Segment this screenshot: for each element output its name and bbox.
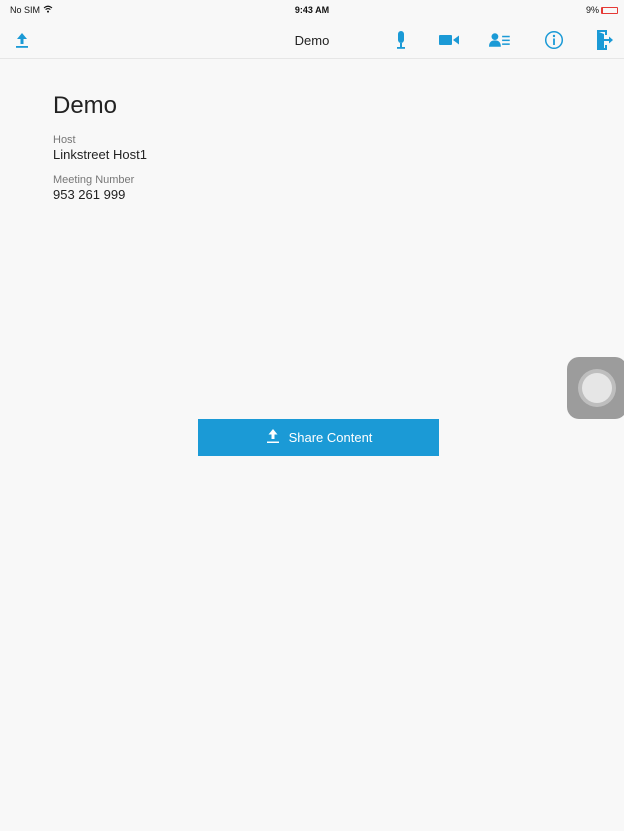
- microphone-icon[interactable]: [390, 30, 412, 50]
- battery-indicator: 9%: [586, 5, 618, 15]
- host-label: Host: [53, 134, 76, 146]
- meeting-info: Demo Host Linkstreet Host1 Meeting Numbe…: [53, 92, 147, 202]
- meeting-title: Demo: [53, 92, 118, 119]
- share-content-button[interactable]: Share Content: [198, 419, 439, 456]
- share-upload-icon: [265, 428, 281, 447]
- video-camera-icon[interactable]: [438, 30, 460, 50]
- share-content-label: Share Content: [288, 430, 373, 445]
- battery-icon: [601, 6, 618, 14]
- meeting-number-label: Meeting Number: [53, 174, 135, 186]
- status-time: 9:43 AM: [294, 5, 330, 15]
- assistive-touch-button[interactable]: [567, 357, 624, 419]
- participants-icon[interactable]: [489, 30, 511, 50]
- info-icon[interactable]: [543, 30, 565, 50]
- exit-icon[interactable]: [594, 30, 616, 50]
- battery-fill: [602, 7, 604, 13]
- host-value: Linkstreet Host1: [53, 147, 147, 162]
- navigation-bar: Demo: [0, 20, 624, 59]
- battery-percent: 9%: [585, 5, 599, 15]
- status-bar: No SIM 9:43 AM 9%: [0, 0, 624, 20]
- assistive-touch-inner: [582, 373, 612, 403]
- nav-title: Demo: [294, 33, 330, 48]
- meeting-number-value: 953 261 999: [53, 187, 126, 202]
